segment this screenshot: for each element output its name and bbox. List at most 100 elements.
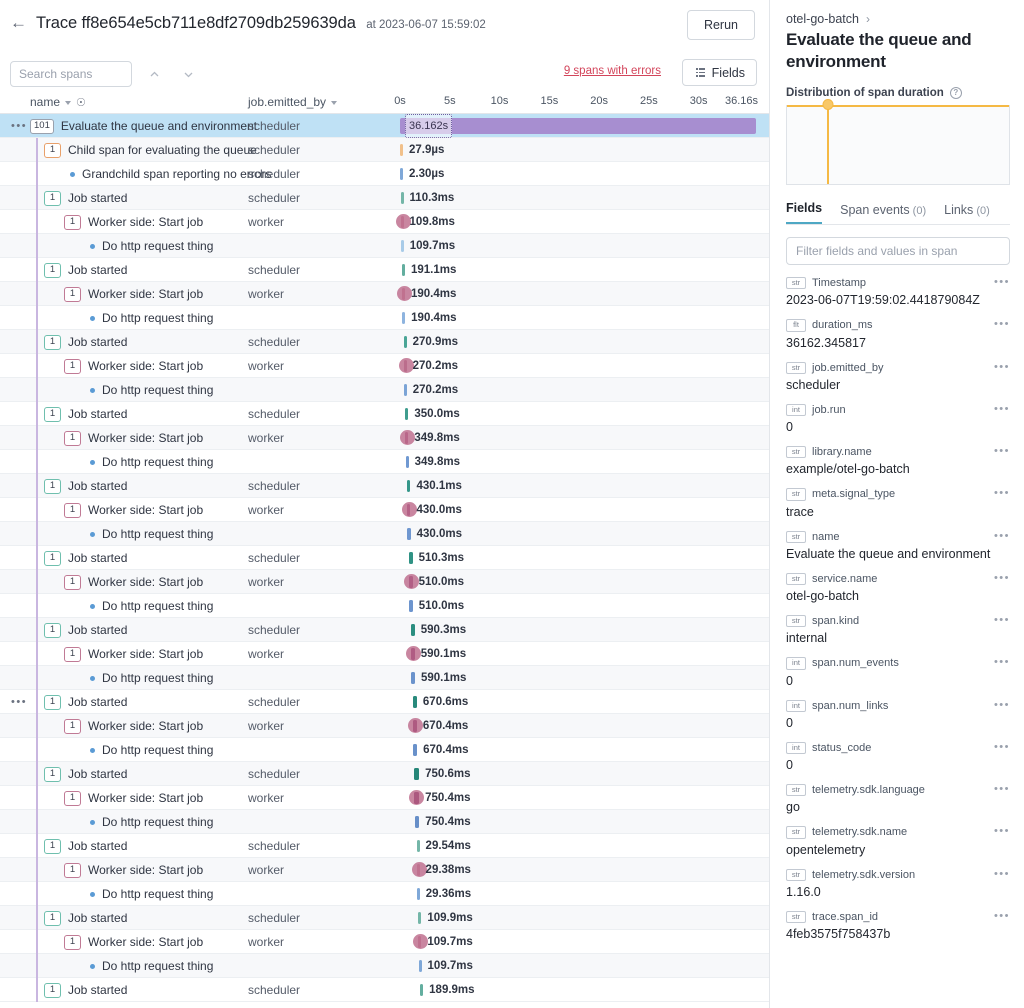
span-count-badge[interactable]: 1 bbox=[44, 551, 61, 566]
more-options-icon[interactable]: ••• bbox=[994, 574, 1010, 582]
span-count-badge[interactable]: 1 bbox=[44, 911, 61, 926]
span-duration-bar[interactable] bbox=[409, 576, 413, 588]
span-duration-bar[interactable] bbox=[411, 624, 415, 636]
span-count-badge[interactable]: 1 bbox=[64, 647, 81, 662]
table-row[interactable]: Do http request thing109.7ms bbox=[0, 234, 769, 258]
table-row[interactable]: 1Worker side: Start jobworker29.38ms bbox=[0, 858, 769, 882]
span-duration-bar[interactable] bbox=[400, 118, 756, 134]
span-duration-bar[interactable] bbox=[407, 528, 410, 540]
span-duration-bar[interactable] bbox=[406, 456, 409, 468]
more-options-icon[interactable]: ••• bbox=[994, 532, 1010, 540]
span-duration-bar[interactable] bbox=[402, 288, 405, 300]
span-duration-bar[interactable] bbox=[413, 696, 417, 708]
table-row[interactable]: 1Job startedscheduler191.1ms bbox=[0, 258, 769, 282]
table-row[interactable]: 1Child span for evaluating the queuesche… bbox=[0, 138, 769, 162]
span-count-badge[interactable]: 1 bbox=[44, 983, 61, 998]
span-duration-bar[interactable] bbox=[401, 216, 404, 228]
table-row[interactable]: Do http request thing590.1ms bbox=[0, 666, 769, 690]
span-count-badge[interactable]: 1 bbox=[64, 359, 81, 374]
more-options-icon[interactable]: ••• bbox=[994, 489, 1010, 497]
back-arrow-icon[interactable]: ← bbox=[10, 12, 27, 34]
tab-links[interactable]: Links (0) bbox=[944, 203, 990, 224]
span-duration-bar[interactable] bbox=[407, 480, 410, 492]
table-row[interactable]: 1Worker side: Start jobworker190.4ms bbox=[0, 282, 769, 306]
span-count-badge[interactable]: 1 bbox=[44, 839, 61, 854]
tab-fields[interactable]: Fields bbox=[786, 201, 822, 224]
table-row[interactable]: •••1Job startedscheduler670.6ms bbox=[0, 690, 769, 714]
table-row[interactable]: 1Worker side: Start jobworker430.0ms bbox=[0, 498, 769, 522]
table-row[interactable]: 1Job startedscheduler189.9ms bbox=[0, 978, 769, 1002]
span-duration-bar[interactable] bbox=[401, 192, 404, 204]
span-count-badge[interactable]: 1 bbox=[44, 479, 61, 494]
span-count-badge[interactable]: 1 bbox=[64, 791, 81, 806]
table-row[interactable]: 1Job startedscheduler590.3ms bbox=[0, 618, 769, 642]
table-row[interactable]: 1Worker side: Start jobworker270.2ms bbox=[0, 354, 769, 378]
span-duration-bar[interactable] bbox=[420, 984, 423, 996]
table-row[interactable]: Do http request thing750.4ms bbox=[0, 810, 769, 834]
table-row[interactable]: Do http request thing670.4ms bbox=[0, 738, 769, 762]
column-header-name[interactable]: name ☉ bbox=[30, 95, 86, 109]
span-count-badge[interactable]: 1 bbox=[44, 143, 61, 158]
span-count-badge[interactable]: 1 bbox=[64, 503, 81, 518]
span-duration-bar[interactable] bbox=[400, 168, 403, 180]
span-count-badge[interactable]: 1 bbox=[44, 695, 61, 710]
table-row[interactable]: Do http request thing349.8ms bbox=[0, 450, 769, 474]
chevron-down-icon[interactable] bbox=[176, 62, 200, 86]
span-duration-bar[interactable] bbox=[404, 360, 407, 372]
more-options-icon[interactable]: ••• bbox=[994, 785, 1010, 793]
table-row[interactable]: 1Job startedscheduler430.1ms bbox=[0, 474, 769, 498]
span-count-badge[interactable]: 1 bbox=[44, 335, 61, 350]
span-duration-bar[interactable] bbox=[414, 768, 419, 780]
more-options-icon[interactable]: ••• bbox=[994, 363, 1010, 371]
table-row[interactable]: 1Worker side: Start jobworker510.0ms bbox=[0, 570, 769, 594]
more-options-icon[interactable]: ••• bbox=[994, 743, 1010, 751]
span-duration-bar[interactable] bbox=[417, 888, 420, 900]
span-duration-bar[interactable] bbox=[407, 504, 410, 516]
span-count-badge[interactable]: 1 bbox=[44, 767, 61, 782]
span-count-badge[interactable]: 1 bbox=[64, 287, 81, 302]
span-duration-bar[interactable] bbox=[405, 432, 408, 444]
more-options-icon[interactable]: ••• bbox=[994, 405, 1010, 413]
span-count-badge[interactable]: 1 bbox=[64, 719, 81, 734]
table-row[interactable]: Do http request thing510.0ms bbox=[0, 594, 769, 618]
span-duration-distribution-chart[interactable] bbox=[786, 105, 1010, 185]
span-count-badge[interactable]: 1 bbox=[44, 407, 61, 422]
span-duration-bar[interactable] bbox=[419, 960, 422, 972]
span-count-badge[interactable]: 1 bbox=[64, 215, 81, 230]
table-row[interactable]: 1Job startedscheduler270.9ms bbox=[0, 330, 769, 354]
table-row[interactable]: 1Job startedscheduler29.54ms bbox=[0, 834, 769, 858]
fields-button[interactable]: Fields bbox=[682, 59, 757, 86]
rerun-button[interactable]: Rerun bbox=[687, 10, 755, 40]
span-duration-bar[interactable] bbox=[401, 240, 404, 252]
span-duration-bar[interactable] bbox=[413, 744, 417, 756]
span-duration-bar[interactable] bbox=[414, 792, 419, 804]
more-options-icon[interactable]: ••• bbox=[994, 616, 1010, 624]
table-row[interactable]: 1Worker side: Start jobworker109.7ms bbox=[0, 930, 769, 954]
table-row[interactable]: 1Job startedscheduler510.3ms bbox=[0, 546, 769, 570]
search-spans-input[interactable] bbox=[10, 61, 132, 87]
row-options-icon[interactable]: ••• bbox=[11, 698, 27, 706]
table-row[interactable]: Do http request thing270.2ms bbox=[0, 378, 769, 402]
more-options-icon[interactable]: ••• bbox=[994, 447, 1010, 455]
span-duration-bar[interactable] bbox=[402, 264, 405, 276]
breadcrumb-service[interactable]: otel-go-batch bbox=[786, 12, 859, 26]
span-duration-bar[interactable] bbox=[409, 600, 413, 612]
distribution-marker-knob[interactable] bbox=[822, 99, 833, 110]
span-duration-bar[interactable] bbox=[417, 840, 420, 852]
table-row[interactable]: 1Worker side: Start jobworker349.8ms bbox=[0, 426, 769, 450]
span-count-badge[interactable]: 1 bbox=[44, 263, 61, 278]
more-options-icon[interactable]: ••• bbox=[994, 278, 1010, 286]
span-duration-bar[interactable] bbox=[413, 720, 417, 732]
more-options-icon[interactable]: ••• bbox=[994, 827, 1010, 835]
span-count-badge[interactable]: 1 bbox=[64, 935, 81, 950]
span-duration-bar[interactable] bbox=[418, 912, 421, 924]
more-options-icon[interactable]: ••• bbox=[994, 320, 1010, 328]
table-row[interactable]: 1Job startedscheduler109.9ms bbox=[0, 906, 769, 930]
question-mark-icon[interactable]: ? bbox=[950, 87, 962, 99]
span-duration-bar[interactable] bbox=[402, 312, 405, 324]
table-row[interactable]: Do http request thing430.0ms bbox=[0, 522, 769, 546]
spans-with-errors-link[interactable]: 9 spans with errors bbox=[564, 65, 661, 77]
span-count-badge[interactable]: 1 bbox=[64, 575, 81, 590]
table-row[interactable]: •••101Evaluate the queue and environment… bbox=[0, 114, 769, 138]
table-row[interactable]: 1Job startedscheduler350.0ms bbox=[0, 402, 769, 426]
